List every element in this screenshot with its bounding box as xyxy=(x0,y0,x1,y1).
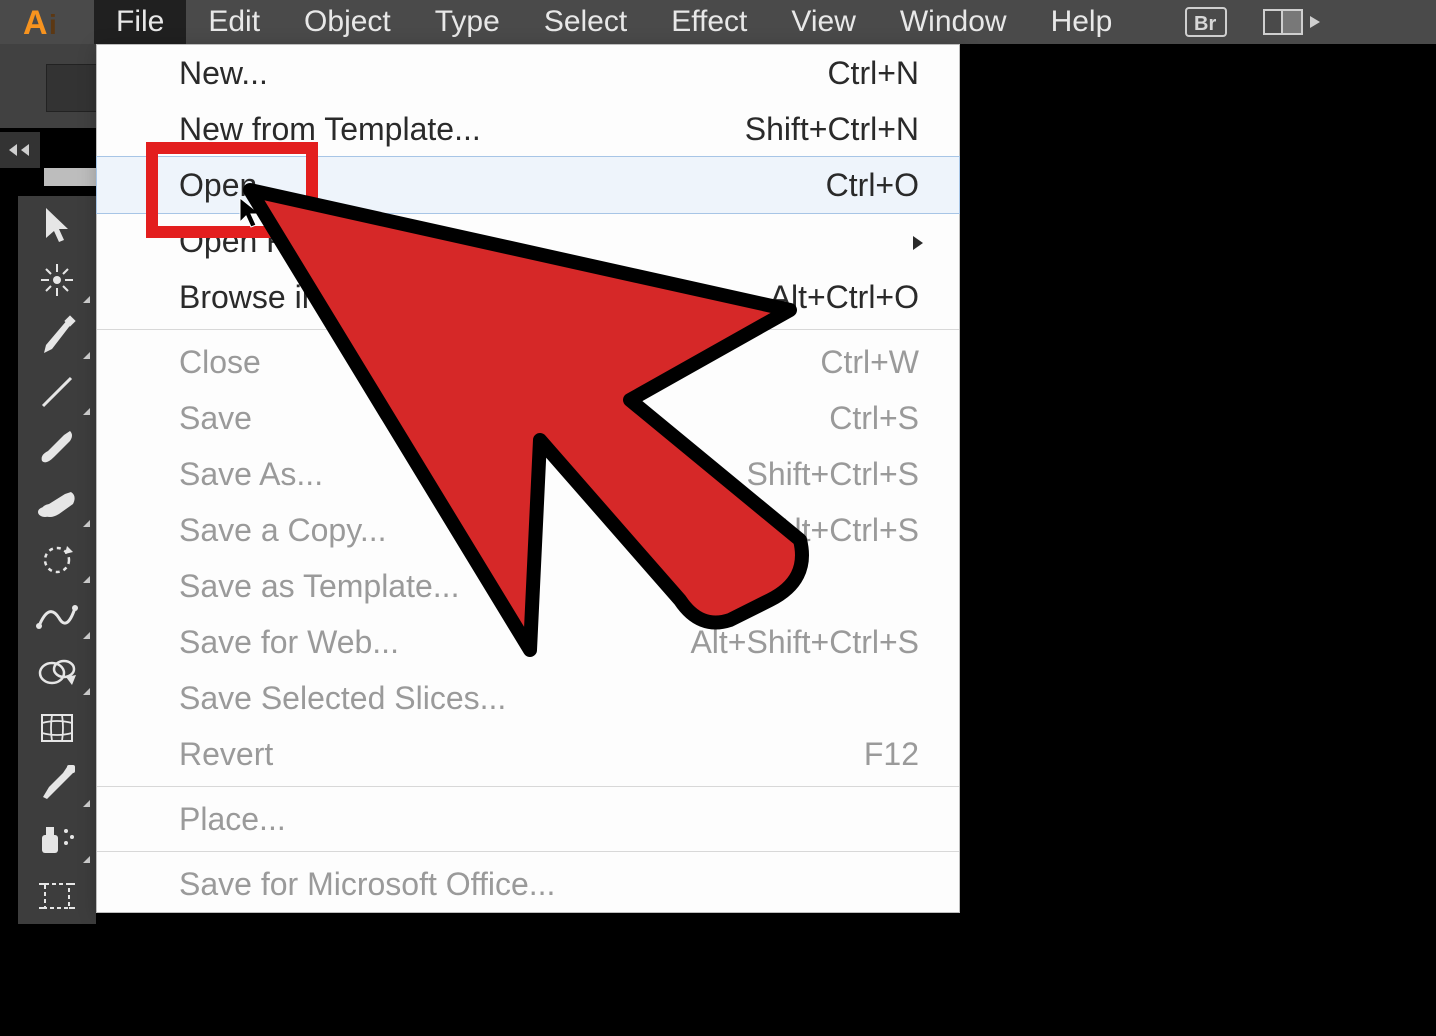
menu-type[interactable]: Type xyxy=(413,0,522,44)
menu-item-label: Save Selected Slices... xyxy=(179,680,919,717)
menu-item-label: Save for Web... xyxy=(179,624,690,661)
menu-item-shortcut: Ctrl+O xyxy=(826,167,919,204)
artboard-tool[interactable] xyxy=(18,868,96,924)
menu-label: View xyxy=(791,5,855,39)
app-icon: A i xyxy=(0,0,94,44)
menu-label: Effect xyxy=(671,5,747,39)
blob-brush-tool[interactable] xyxy=(18,476,96,532)
shape-builder-tool[interactable] xyxy=(18,644,96,700)
file-menu-save-for-microsoft-office: Save for Microsoft Office... xyxy=(97,856,959,912)
panel-collapse-handle[interactable] xyxy=(0,132,40,168)
menu-item-shortcut: Alt+Ctrl+O xyxy=(770,279,919,316)
menu-object[interactable]: Object xyxy=(282,0,413,44)
mesh-tool[interactable] xyxy=(18,700,96,756)
file-menu-close: CloseCtrl+W xyxy=(97,334,959,390)
svg-text:Br: Br xyxy=(1194,13,1216,35)
menu-item-label: Save as Template... xyxy=(179,568,919,605)
menu-label: Object xyxy=(304,5,391,39)
menu-divider xyxy=(97,851,959,852)
file-menu-save: SaveCtrl+S xyxy=(97,390,959,446)
tool-flyout-indicator-icon xyxy=(83,352,90,359)
menu-help[interactable]: Help xyxy=(1029,0,1135,44)
menubar-right-icons: Br xyxy=(1184,0,1324,44)
menu-window[interactable]: Window xyxy=(878,0,1029,44)
menu-view[interactable]: View xyxy=(769,0,877,44)
menu-item-label: Close xyxy=(179,344,820,381)
tool-flyout-indicator-icon xyxy=(83,576,90,583)
menu-label: Type xyxy=(435,5,500,39)
menu-item-shortcut: Alt+Shift+Ctrl+S xyxy=(690,624,919,661)
menu-item-label: Open... xyxy=(179,167,826,204)
menu-select[interactable]: Select xyxy=(522,0,649,44)
submenu-arrow-icon xyxy=(911,223,925,260)
tools-panel xyxy=(18,196,96,924)
menu-item-label: Save xyxy=(179,400,829,437)
tool-flyout-indicator-icon xyxy=(83,800,90,807)
file-menu-save-a-copy: Save a Copy...Alt+Ctrl+S xyxy=(97,502,959,558)
bridge-icon[interactable]: Br xyxy=(1184,4,1228,40)
menu-label: File xyxy=(116,5,164,39)
file-menu-dropdown: New...Ctrl+NNew from Template...Shift+Ct… xyxy=(96,44,960,913)
arrange-documents-icon[interactable] xyxy=(1262,4,1324,40)
workspace-background xyxy=(958,44,1436,1036)
menu-label: Window xyxy=(900,5,1007,39)
file-menu-save-as-template: Save as Template... xyxy=(97,558,959,614)
tool-flyout-indicator-icon xyxy=(83,856,90,863)
tool-flyout-indicator-icon xyxy=(83,688,90,695)
menu-label: Edit xyxy=(208,5,260,39)
tool-flyout-indicator-icon xyxy=(83,408,90,415)
menu-effect[interactable]: Effect xyxy=(649,0,769,44)
file-menu-place: Place... xyxy=(97,791,959,847)
menu-item-label: Place... xyxy=(179,801,919,838)
file-menu-save-for-web: Save for Web...Alt+Shift+Ctrl+S xyxy=(97,614,959,670)
svg-text:A: A xyxy=(23,4,48,40)
menu-label: Select xyxy=(544,5,627,39)
selection-tool[interactable] xyxy=(18,196,96,252)
file-menu-new[interactable]: New...Ctrl+N xyxy=(97,45,959,101)
eyedropper-tool[interactable] xyxy=(18,756,96,812)
menu-item-label: New... xyxy=(179,55,827,92)
file-menu-open[interactable]: Open...Ctrl+O xyxy=(96,156,960,214)
menu-item-label: Revert xyxy=(179,736,864,773)
line-segment-tool[interactable] xyxy=(18,364,96,420)
tool-flyout-indicator-icon xyxy=(83,632,90,639)
magic-wand-tool[interactable] xyxy=(18,252,96,308)
menu-item-label: Save a Copy... xyxy=(179,512,773,549)
menu-item-label: New from Template... xyxy=(179,111,745,148)
menu-item-label: Browse in Bridge... xyxy=(179,279,770,316)
file-menu-open-recent-files[interactable]: Open Recent Files xyxy=(97,213,959,269)
file-menu-revert: RevertF12 xyxy=(97,726,959,782)
menu-item-label: Save for Microsoft Office... xyxy=(179,866,919,903)
menu-file[interactable]: File xyxy=(94,0,186,44)
menu-item-shortcut: Ctrl+S xyxy=(829,400,919,437)
file-menu-new-from-template[interactable]: New from Template...Shift+Ctrl+N xyxy=(97,101,959,157)
symbol-sprayer-tool[interactable] xyxy=(18,812,96,868)
tool-flyout-indicator-icon xyxy=(83,296,90,303)
menu-divider xyxy=(97,329,959,330)
menu-label: Help xyxy=(1051,5,1113,39)
tool-flyout-indicator-icon xyxy=(83,520,90,527)
menubar: A i File Edit Object Type Select Effect View Wi… xyxy=(0,0,1436,44)
width-tool[interactable] xyxy=(18,588,96,644)
menu-item-shortcut: Shift+Ctrl+N xyxy=(745,111,919,148)
menu-edit[interactable]: Edit xyxy=(186,0,282,44)
rotate-tool[interactable] xyxy=(18,532,96,588)
menu-item-label: Open Recent Files xyxy=(179,223,911,260)
menu-item-shortcut: Ctrl+W xyxy=(820,344,919,381)
menu-item-shortcut: Alt+Ctrl+S xyxy=(773,512,919,549)
file-menu-save-selected-slices: Save Selected Slices... xyxy=(97,670,959,726)
menu-divider xyxy=(97,786,959,787)
svg-text:i: i xyxy=(49,9,57,40)
file-menu-save-as: Save As...Shift+Ctrl+S xyxy=(97,446,959,502)
menu-item-shortcut: Ctrl+N xyxy=(827,55,919,92)
paintbrush-tool[interactable] xyxy=(18,420,96,476)
menu-item-label: Save As... xyxy=(179,456,746,493)
file-menu-browse-in-bridge[interactable]: Browse in Bridge...Alt+Ctrl+O xyxy=(97,269,959,325)
pen-tool[interactable] xyxy=(18,308,96,364)
menu-item-shortcut: F12 xyxy=(864,736,919,773)
menu-item-shortcut: Shift+Ctrl+S xyxy=(746,456,919,493)
